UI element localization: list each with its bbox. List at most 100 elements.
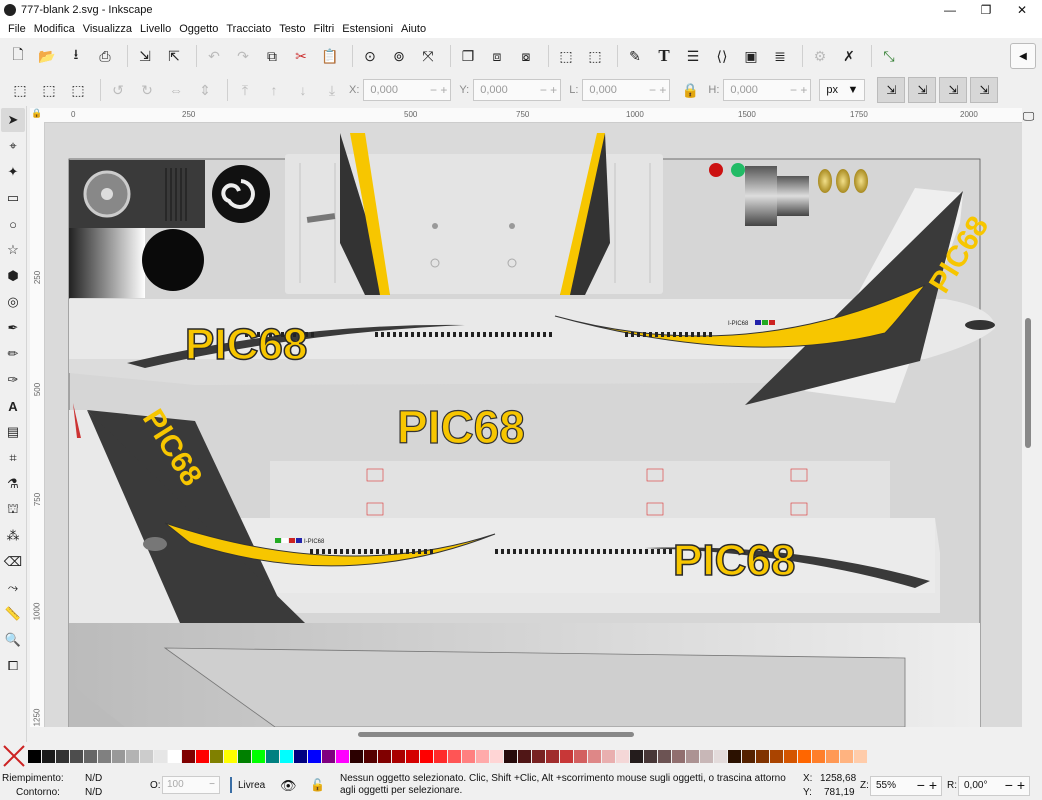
menu-testo[interactable]: Testo [279,23,305,35]
scale-corners-toggle-icon[interactable]: ⇲ [908,77,937,103]
opacity-input[interactable]: 100− [162,776,220,794]
palette-swatch[interactable] [448,749,461,763]
flip-vertical-icon[interactable]: ⇕ [193,78,217,102]
x-input[interactable]: 0,000− + [363,79,452,101]
width-input[interactable]: 0,000− + [582,79,671,101]
rotate-cw-icon[interactable]: ↻ [135,78,159,102]
objects-icon[interactable]: ▣ [739,44,763,68]
new-document-icon[interactable]: 🗋 [6,44,30,68]
palette-swatch[interactable] [154,749,167,763]
raise-icon[interactable]: ↑ [262,78,286,102]
zoom-input[interactable]: 55% − + [870,776,942,796]
pencil-tool-icon[interactable]: ✏ [1,342,25,366]
node-tool-icon[interactable]: ⌖ [1,134,25,158]
scale-stroke-toggle-icon[interactable]: ⇲ [877,77,906,103]
palette-swatch[interactable] [812,749,825,763]
horizontal-scrollbar[interactable] [45,727,1022,741]
move-gradients-toggle-icon[interactable]: ⇲ [939,77,968,103]
zoom-drawing-icon[interactable]: ⊚ [387,44,411,68]
palette-swatch[interactable] [42,749,55,763]
copy-icon[interactable]: ⧉ [260,44,284,68]
menu-tracciato[interactable]: Tracciato [226,23,271,35]
palette-swatch[interactable] [504,749,517,763]
select-all-icon[interactable]: ⬚ [8,78,32,102]
unlink-clone-icon[interactable]: ⧇ [514,44,538,68]
align-distribute-icon[interactable]: ☰ [681,44,705,68]
ungroup-icon[interactable]: ⬚ [583,44,607,68]
menu-filtri[interactable]: Filtri [313,23,334,35]
snap-toggle-icon[interactable]: ⤡ [877,44,901,68]
palette-swatch[interactable] [630,749,643,763]
group-icon[interactable]: ⬚ [554,44,578,68]
palette-swatch[interactable] [210,749,223,763]
preferences-icon[interactable]: ⚙ [808,44,832,68]
palette-swatch[interactable] [182,749,195,763]
palette-swatch[interactable] [266,749,279,763]
layer-visibility-icon[interactable]: 👁 [280,778,297,794]
palette-swatch[interactable] [280,749,293,763]
palette-swatch[interactable] [476,749,489,763]
palette-swatch[interactable] [714,749,727,763]
export-icon[interactable]: ⇱ [162,44,186,68]
xml-editor-icon[interactable]: ⟨⟩ [710,44,734,68]
palette-swatch[interactable] [252,749,265,763]
measure-tool-icon[interactable]: 📏 [1,602,25,626]
close-button[interactable]: ✕ [1004,0,1040,19]
palette-swatch[interactable] [168,749,181,763]
menu-livello[interactable]: Livello [140,23,171,35]
palette-swatch[interactable] [196,749,209,763]
palette-swatch[interactable] [490,749,503,763]
palette-swatch[interactable] [644,749,657,763]
connector-tool-icon[interactable]: ⤳ [1,576,25,600]
palette-swatch[interactable] [308,749,321,763]
palette-swatch[interactable] [826,749,839,763]
text-font-icon[interactable]: T [652,44,676,68]
palette-swatch[interactable] [728,749,741,763]
palette-swatch[interactable] [756,749,769,763]
palette-swatch[interactable] [28,749,41,763]
import-icon[interactable]: ⇲ [133,44,157,68]
dropper-tool-icon[interactable]: ⚗ [1,472,25,496]
palette-swatch[interactable] [322,749,335,763]
rectangle-tool-icon[interactable]: ▭ [1,186,25,210]
palette-swatch[interactable] [616,749,629,763]
snap-controls-chevron-icon[interactable]: ◀ [1010,43,1036,69]
redo-icon[interactable]: ↷ [231,44,255,68]
layer-lock-icon[interactable]: 🔓 [310,778,325,792]
paint-bucket-tool-icon[interactable]: ⛫ [1,498,25,522]
eraser-tool-icon[interactable]: ⌫ [1,550,25,574]
gradient-tool-icon[interactable]: ▤ [1,420,25,444]
raise-top-icon[interactable]: ⤒ [233,78,257,102]
palette-swatch[interactable] [434,749,447,763]
maximize-button[interactable]: ❐ [968,0,1004,19]
lock-ratio-icon[interactable]: 🔒 [678,78,702,102]
minimize-button[interactable]: — [932,0,968,19]
height-input[interactable]: 0,000− + [723,79,812,101]
menu-file[interactable]: File [8,23,26,35]
palette-swatch[interactable] [350,749,363,763]
zoom-selection-icon[interactable]: ⊙ [358,44,382,68]
palette-swatch[interactable] [224,749,237,763]
vertical-ruler[interactable]: 250 500 750 1000 1250 [30,123,45,727]
palette-swatch[interactable] [140,749,153,763]
palette-swatch[interactable] [560,749,573,763]
palette-swatch[interactable] [294,749,307,763]
cut-icon[interactable]: ✂ [289,44,313,68]
lower-icon[interactable]: ↓ [291,78,315,102]
palette-swatch[interactable] [56,749,69,763]
save-document-icon[interactable]: ⭳ [64,44,88,68]
calligraphy-tool-icon[interactable]: ✑ [1,368,25,392]
pen-tool-icon[interactable]: ✒ [1,316,25,340]
vertical-scrollbar[interactable] [1022,123,1035,727]
3d-box-tool-icon[interactable]: ⬢ [1,264,25,288]
palette-swatch[interactable] [364,749,377,763]
zoom-tool-icon[interactable]: 🔍 [1,628,25,652]
clone-icon[interactable]: ⧈ [485,44,509,68]
palette-swatch[interactable] [546,749,559,763]
palette-swatch[interactable] [98,749,111,763]
palette-swatch[interactable] [854,749,867,763]
palette-swatch[interactable] [70,749,83,763]
palette-swatch[interactable] [238,749,251,763]
deselect-icon[interactable]: ⬚ [66,78,90,102]
layer-name[interactable]: Livrea [238,780,265,791]
